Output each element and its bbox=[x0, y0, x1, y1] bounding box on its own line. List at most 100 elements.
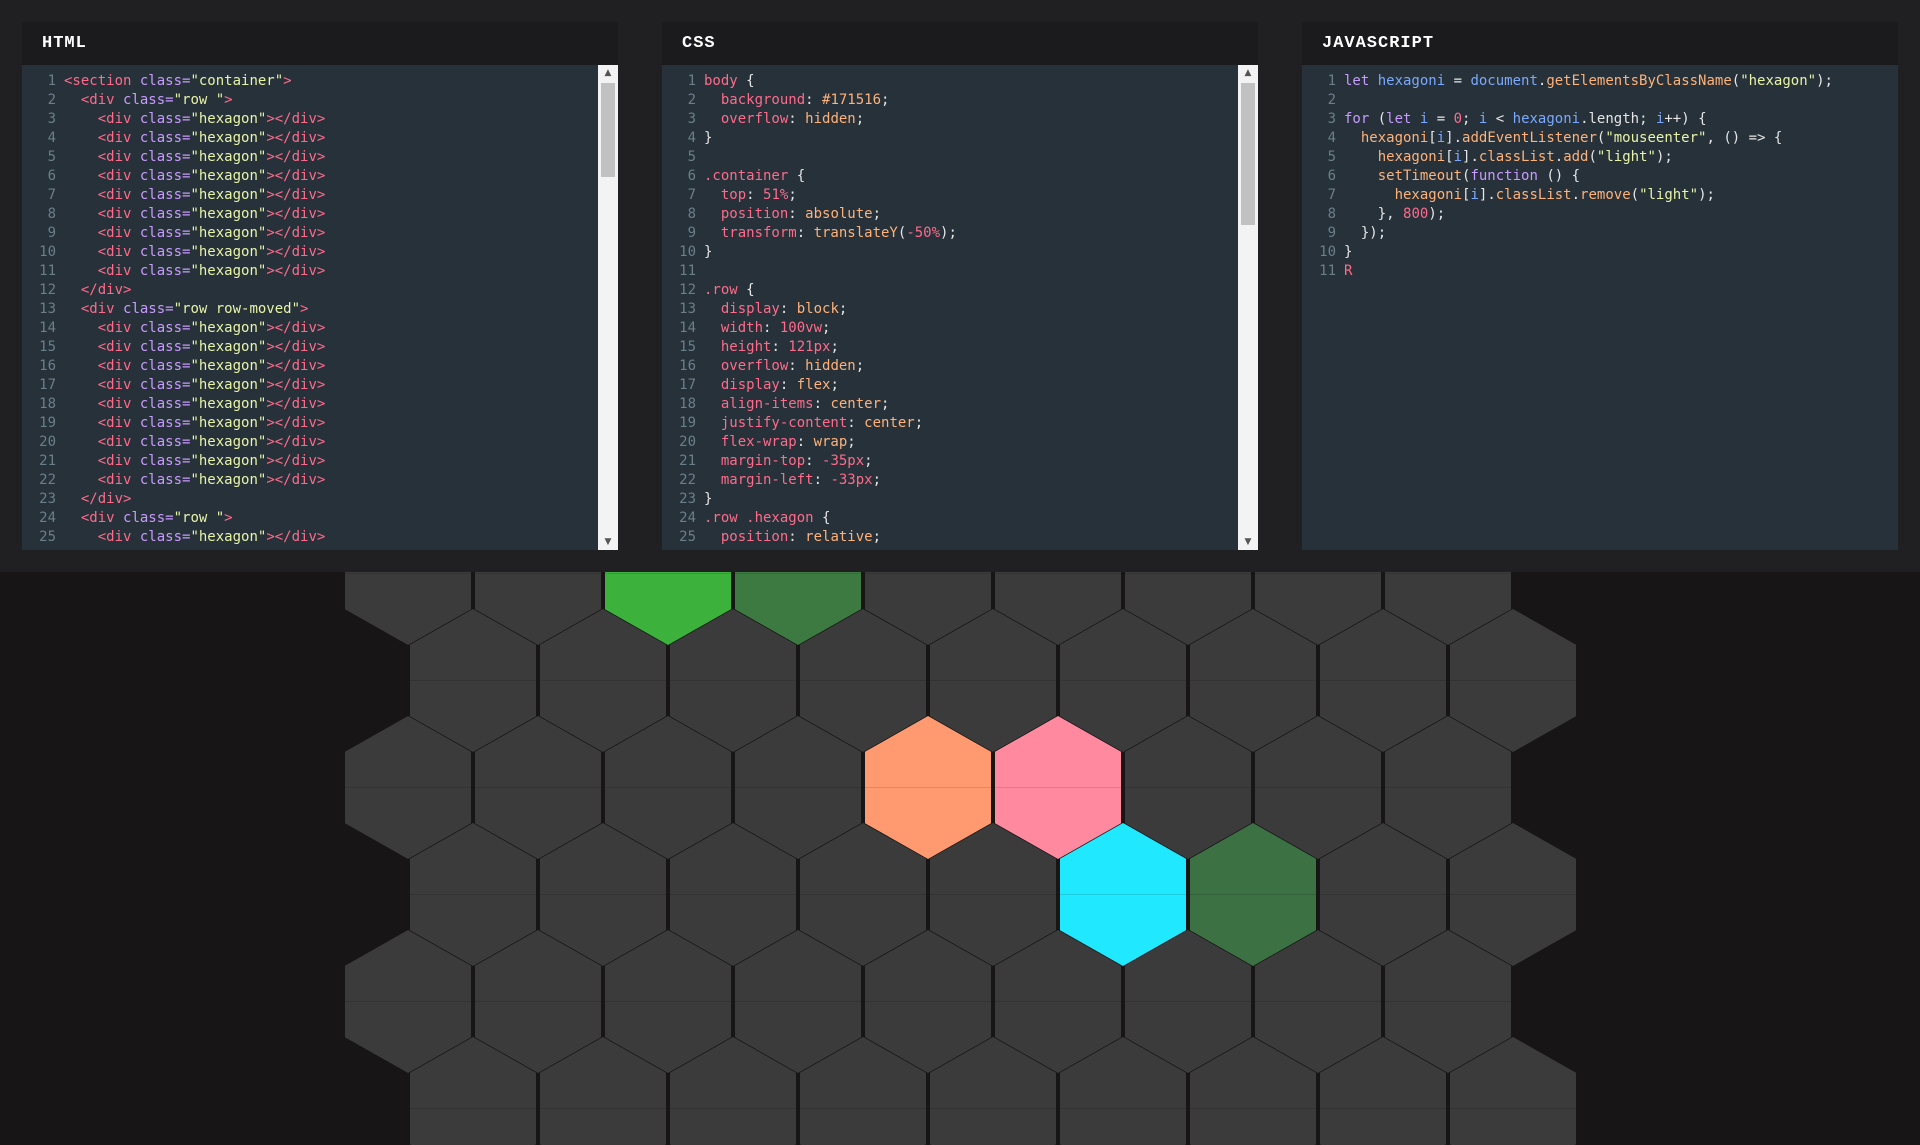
code-line[interactable]: 9 }); bbox=[1302, 224, 1898, 243]
code-token: [ bbox=[1445, 149, 1454, 165]
code-token: "hexagon" bbox=[190, 377, 267, 393]
code-line[interactable]: 18 align-items: center; bbox=[662, 395, 1238, 414]
code-token: <div bbox=[97, 187, 140, 203]
code-line[interactable]: 14 <div class="hexagon"></div> bbox=[22, 319, 598, 338]
code-line[interactable]: 25 position: relative; bbox=[662, 528, 1238, 547]
code-token: .row bbox=[704, 282, 747, 298]
code-line[interactable]: 10} bbox=[662, 243, 1238, 262]
code-token: : bbox=[796, 434, 814, 450]
line-number: 23 bbox=[679, 491, 696, 507]
code-line[interactable]: 19 justify-content: center; bbox=[662, 414, 1238, 433]
code-line[interactable]: 12 .row { bbox=[662, 281, 1238, 300]
css-editor-panel[interactable]: CSS 1 body {2 background: #171516; 3 overf… bbox=[662, 22, 1258, 550]
code-line[interactable]: 10} bbox=[1302, 243, 1898, 262]
javascript-code-area[interactable]: 1 let hexagoni = document. getElementsByCl… bbox=[1302, 65, 1898, 550]
code-line[interactable]: 22 margin-left: -33px; bbox=[662, 471, 1238, 490]
scroll-thumb[interactable] bbox=[601, 83, 615, 177]
code-line[interactable]: 6 .container { bbox=[662, 167, 1238, 186]
code-token: display bbox=[720, 377, 780, 393]
scroll-down-arrow-icon[interactable]: ▼ bbox=[598, 534, 618, 550]
code-line[interactable]: 3 for (let i = 0; i < hexagoni.length; i+… bbox=[1302, 110, 1898, 129]
code-line[interactable]: 4 hexagoni[i].addEventListener("mouseent… bbox=[1302, 129, 1898, 148]
code-line[interactable]: 12 </div> bbox=[22, 281, 598, 300]
code-line[interactable]: 9 transform: translateY(-50%); bbox=[662, 224, 1238, 243]
code-line[interactable]: 5 bbox=[662, 148, 1238, 167]
code-line[interactable]: 2 <div class="row "> bbox=[22, 91, 598, 110]
code-line[interactable]: 16 <div class="hexagon"></div> bbox=[22, 357, 598, 376]
code-line[interactable]: 21 margin-top: -35px; bbox=[662, 452, 1238, 471]
code-line[interactable]: 2 bbox=[1302, 91, 1898, 110]
code-token: #171516 bbox=[822, 92, 882, 108]
code-line[interactable]: 1 body { bbox=[662, 72, 1238, 91]
code-line[interactable]: 6 setTimeout(function () { bbox=[1302, 167, 1898, 186]
code-line[interactable]: 23} bbox=[662, 490, 1238, 509]
html-scrollbar[interactable]: ▲ ▼ bbox=[598, 65, 618, 550]
code-line[interactable]: 5 hexagoni[i].classList.add("light"); bbox=[1302, 148, 1898, 167]
code-line[interactable]: 7 top: 51%; bbox=[662, 186, 1238, 205]
code-token: ]. bbox=[1462, 149, 1479, 165]
code-line[interactable]: 11 <div class="hexagon"></div> bbox=[22, 262, 598, 281]
code-line[interactable]: 20 flex-wrap: wrap; bbox=[662, 433, 1238, 452]
css-code-area[interactable]: 1 body {2 background: #171516; 3 overflow:… bbox=[662, 65, 1238, 550]
code-line[interactable]: 10 <div class="hexagon"></div> bbox=[22, 243, 598, 262]
code-line[interactable]: 24 .row .hexagon { bbox=[662, 509, 1238, 528]
code-line[interactable]: 16 overflow: hidden; bbox=[662, 357, 1238, 376]
code-line[interactable]: 7 hexagoni[i].classList.remove("light"); bbox=[1302, 186, 1898, 205]
code-line[interactable]: 11 R bbox=[1302, 262, 1898, 281]
code-line[interactable]: 15 <div class="hexagon"></div> bbox=[22, 338, 598, 357]
code-line[interactable]: 1 <section class="container"> bbox=[22, 72, 598, 91]
code-line[interactable]: 8 <div class="hexagon"></div> bbox=[22, 205, 598, 224]
scroll-down-arrow-icon[interactable]: ▼ bbox=[1238, 534, 1258, 550]
line-number: 4 bbox=[687, 130, 696, 146]
code-line[interactable]: 7 <div class="hexagon"></div> bbox=[22, 186, 598, 205]
scroll-thumb[interactable] bbox=[1241, 83, 1255, 225]
code-token: ; bbox=[847, 434, 856, 450]
code-line[interactable]: 3 overflow: hidden; bbox=[662, 110, 1238, 129]
code-token: ; bbox=[914, 415, 924, 431]
html-code-area[interactable]: 1 <section class="container"> 2 <div class… bbox=[22, 65, 598, 550]
code-line[interactable]: 3 <div class="hexagon"></div> bbox=[22, 110, 598, 129]
code-token: ( bbox=[1588, 149, 1597, 165]
code-line[interactable]: 8 position: absolute; bbox=[662, 205, 1238, 224]
code-line[interactable]: 17 <div class="hexagon"></div> bbox=[22, 376, 598, 395]
code-line[interactable]: 21 <div class="hexagon"></div> bbox=[22, 452, 598, 471]
code-line[interactable]: 22 <div class="hexagon"></div> bbox=[22, 471, 598, 490]
code-line[interactable]: 18 <div class="hexagon"></div> bbox=[22, 395, 598, 414]
line-number: 9 bbox=[47, 225, 56, 241]
code-line[interactable]: 14 width: 100vw; bbox=[662, 319, 1238, 338]
css-scrollbar[interactable]: ▲ ▼ bbox=[1238, 65, 1258, 550]
code-line[interactable]: 8 }, 800); bbox=[1302, 205, 1898, 224]
code-line[interactable]: 4 <div class="hexagon"></div> bbox=[22, 129, 598, 148]
line-number: 5 bbox=[47, 149, 56, 165]
scroll-up-arrow-icon[interactable]: ▲ bbox=[598, 65, 618, 81]
code-token: margin-left bbox=[720, 472, 814, 488]
code-line[interactable]: 1 let hexagoni = document.getElementsByCl… bbox=[1302, 72, 1898, 91]
scroll-up-arrow-icon[interactable]: ▲ bbox=[1238, 65, 1258, 81]
code-line[interactable]: 5 <div class="hexagon"></div> bbox=[22, 148, 598, 167]
code-line[interactable]: 25 <div class="hexagon"></div> bbox=[22, 528, 598, 547]
code-line[interactable]: 17 display: flex; bbox=[662, 376, 1238, 395]
code-token: ></div> bbox=[266, 168, 326, 184]
code-line[interactable]: 19 <div class="hexagon"></div> bbox=[22, 414, 598, 433]
code-line[interactable]: 13 display: block; bbox=[662, 300, 1238, 319]
code-line[interactable]: 11 bbox=[662, 262, 1238, 281]
html-editor-panel[interactable]: HTML 1 <section class="container"> 2 <div … bbox=[22, 22, 618, 550]
code-line[interactable]: 20 <div class="hexagon"></div> bbox=[22, 433, 598, 452]
code-line[interactable]: 13 <div class="row row-moved"> bbox=[22, 300, 598, 319]
code-line[interactable]: 23 </div> bbox=[22, 490, 598, 509]
code-line[interactable]: 9 <div class="hexagon"></div> bbox=[22, 224, 598, 243]
code-line[interactable]: 15 height: 121px; bbox=[662, 338, 1238, 357]
code-token: </div> bbox=[80, 491, 132, 507]
code-token: <div bbox=[97, 377, 140, 393]
code-line[interactable]: 2 background: #171516; bbox=[662, 91, 1238, 110]
code-token: "hexagon" bbox=[190, 130, 267, 146]
javascript-editor-panel[interactable]: JAVASCRIPT 1 let hexagoni = document. getE… bbox=[1302, 22, 1898, 550]
code-token: document bbox=[1470, 73, 1538, 89]
code-line[interactable]: 6 <div class="hexagon"></div> bbox=[22, 167, 598, 186]
code-token: <div bbox=[97, 358, 140, 374]
code-line[interactable]: 24 <div class="row "> bbox=[22, 509, 598, 528]
code-line[interactable]: 4} bbox=[662, 129, 1238, 148]
